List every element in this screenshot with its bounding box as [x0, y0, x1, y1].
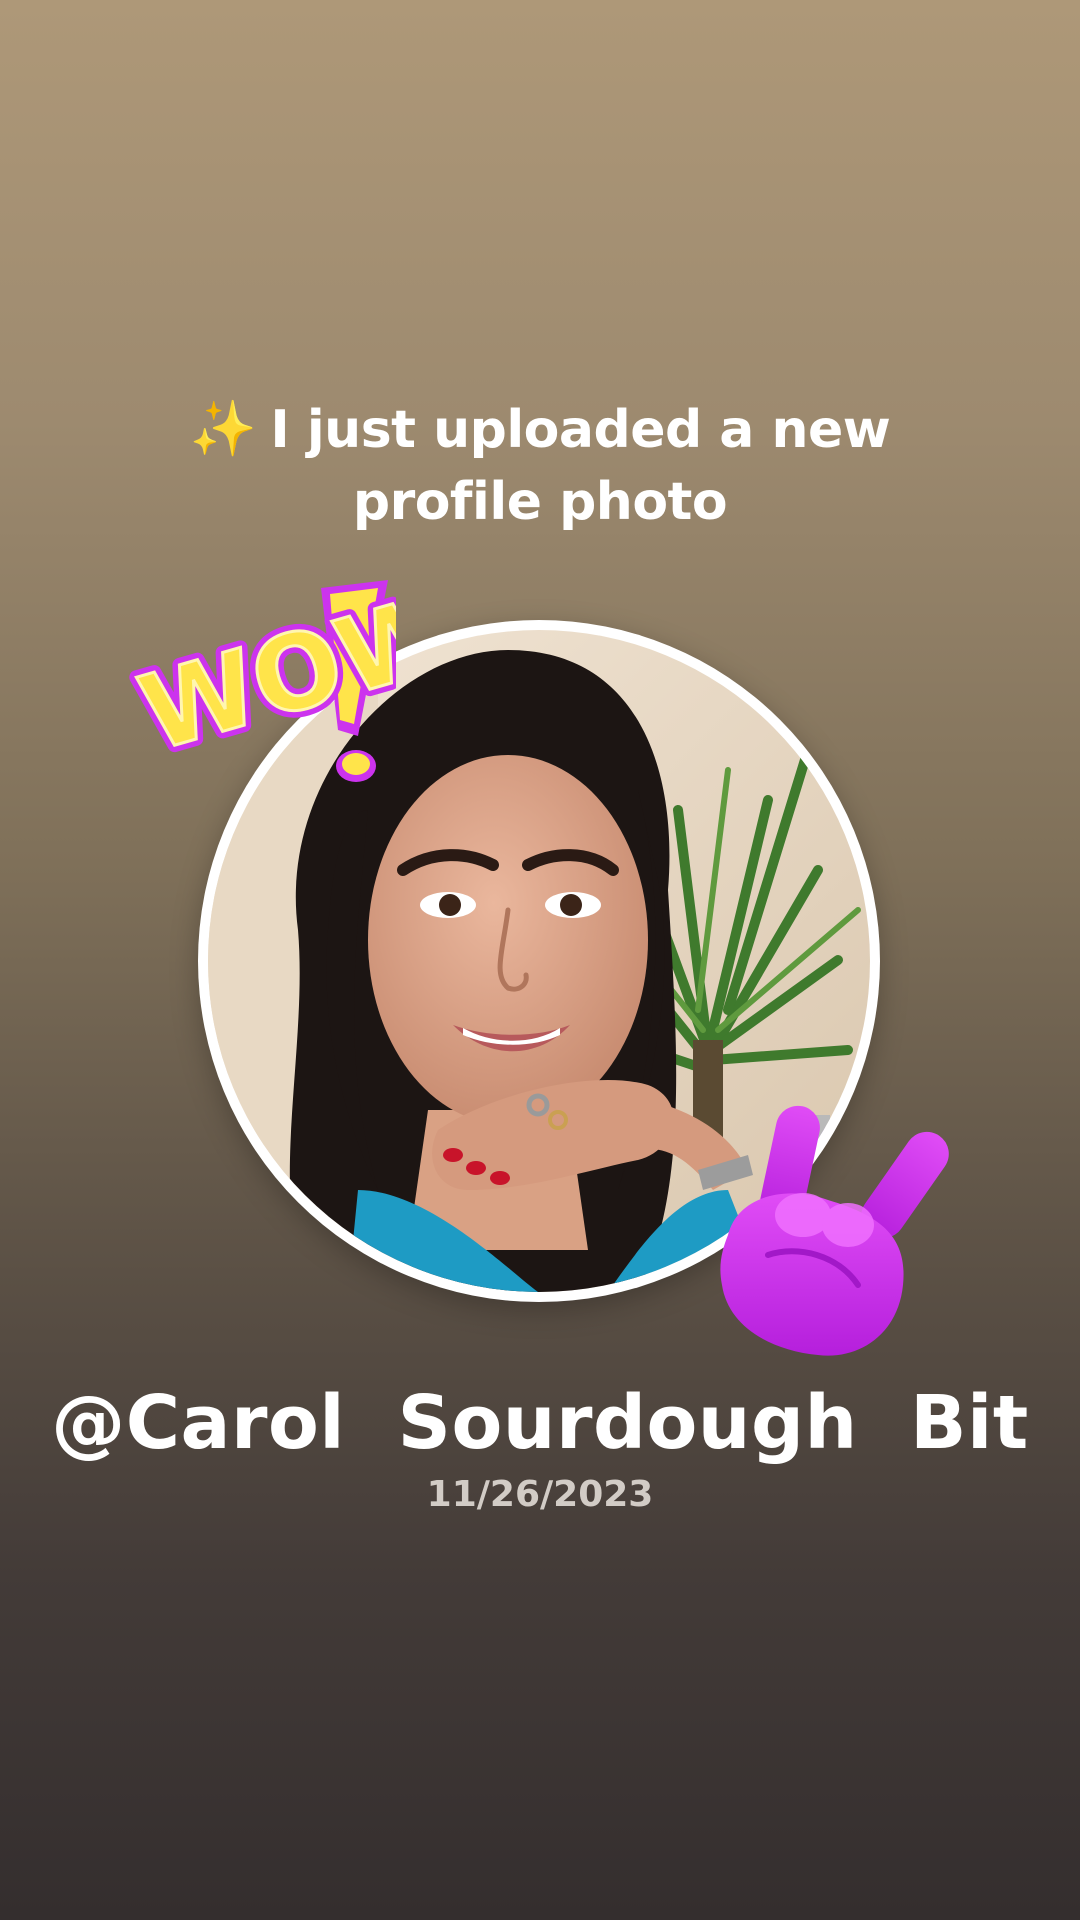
story-headline-text: I just uploaded a new profile photo — [270, 400, 891, 532]
svg-text:WOW: WOW — [127, 578, 396, 775]
post-date: 11/26/2023 — [426, 1474, 654, 1515]
sign-of-the-horns-icon[interactable] — [708, 1085, 958, 1365]
username[interactable]: @Carol Sourdough Bit — [0, 1380, 1080, 1466]
story-headline: ✨ I just uploaded a new profile photo — [140, 393, 940, 538]
wow-sticker[interactable]: WOW WOW — [126, 578, 396, 798]
sparkles-icon: ✨ — [189, 397, 257, 460]
